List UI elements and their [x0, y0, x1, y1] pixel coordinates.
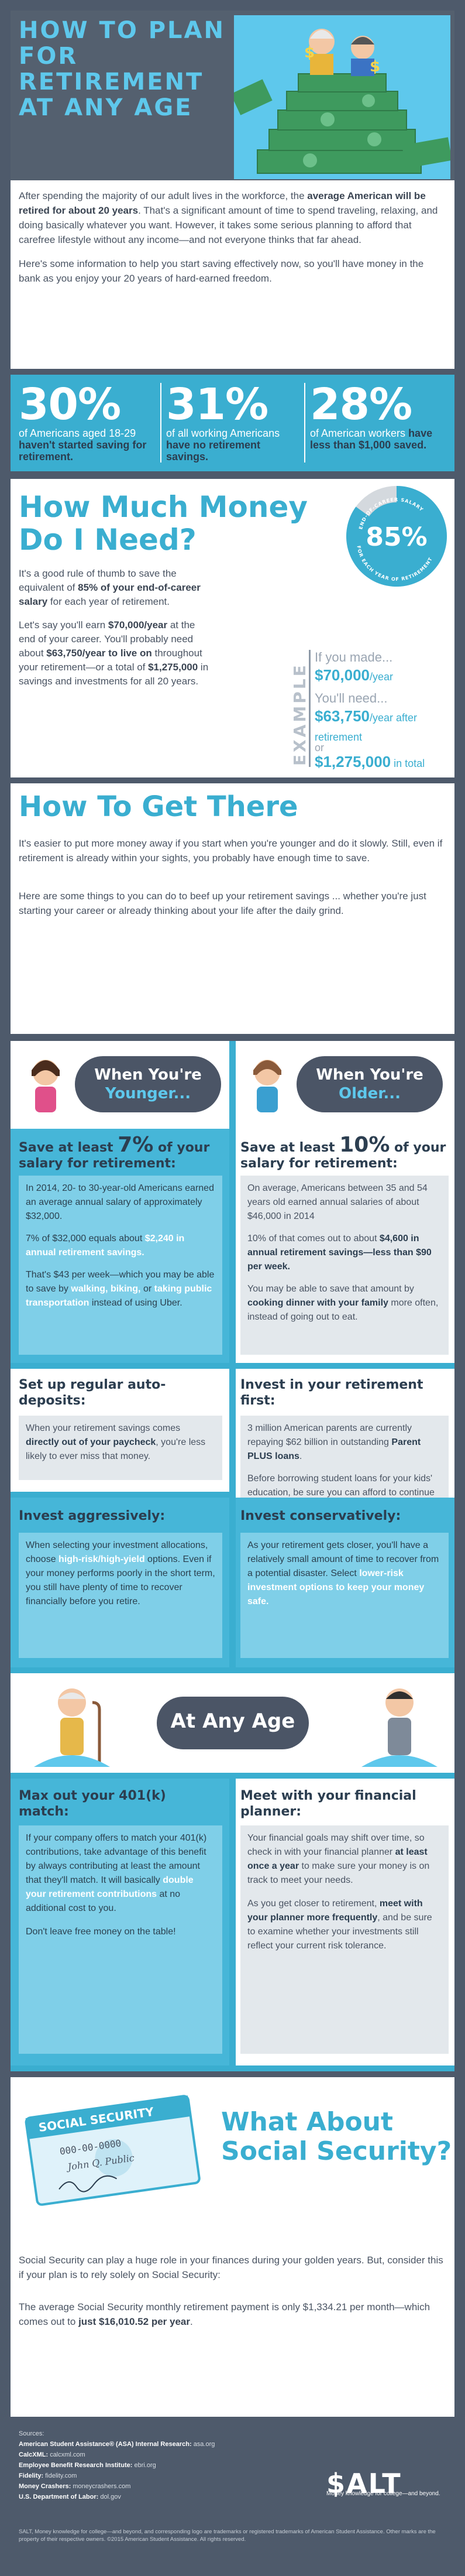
source-item: Money Crashers: moneycrashers.com	[19, 2483, 131, 2490]
younger-save-title: Save at least 7% of your salary for reti…	[19, 1133, 210, 1171]
older-woman-icon	[253, 1060, 281, 1112]
example-if-label: If you made...	[315, 650, 393, 664]
example-divider	[309, 650, 311, 767]
legal-text: SALT, Money knowledge for college—and be…	[19, 2529, 436, 2543]
stat-no-savings: 31% of all working Americans have no ret…	[166, 379, 280, 463]
percentage-ring-chart: END-OF-CAREER SALARY FOR EACH YEAR OF RE…	[346, 486, 447, 587]
source-item: American Student Assistance® (ASA) Inter…	[19, 2441, 215, 2448]
younger-vs-older-section: When You're Younger... Save at least 7% o…	[11, 1041, 454, 2071]
source-item: Fidelity: fidelity.com	[19, 2472, 77, 2479]
how-much-section: How Much Money Do I Need? END-OF-CAREER …	[11, 479, 454, 777]
older-invest-conservatively-block: Invest conservatively: As your retiremen…	[236, 1498, 454, 1667]
svg-text:$: $	[370, 58, 380, 76]
example-need-value: $63,750/year after retirement	[315, 707, 418, 743]
hero-header: HOW TO PLAN FOR RETIREMENT AT ANY AGE $	[11, 11, 454, 180]
younger-invest-aggressively-block: Invest aggressively: When selecting your…	[11, 1498, 229, 1667]
intro-paragraph-2: Here's some information to help you star…	[19, 258, 424, 284]
older-save-details: On average, Americans between 35 and 54 …	[240, 1176, 449, 1355]
divider	[304, 383, 305, 463]
young-woman-icon	[32, 1060, 60, 1112]
how-to-get-there-section: How To Get There It's easier to put more…	[11, 783, 454, 1034]
page-title: HOW TO PLAN FOR RETIREMENT AT ANY AGE	[19, 17, 225, 121]
section-title: How To Get There	[19, 790, 298, 823]
example-if-value: $70,000/year	[315, 666, 394, 684]
max-401k-details: If your company offers to match your 401…	[19, 1825, 222, 2054]
intro-section: After spending the majority of our adult…	[11, 180, 454, 369]
social-security-section: SOCIAL SECURITY 000-00-0000 John Q. Publ…	[11, 2077, 454, 2417]
divider	[160, 383, 161, 463]
svg-text:$: $	[304, 44, 315, 61]
aggressive-details: When selecting your investment allocatio…	[19, 1533, 222, 1658]
salt-logo: $ALT Money knowledge for college—and bey…	[326, 2468, 440, 2499]
example-total-value: $1,275,000 in total	[315, 753, 425, 770]
ring-value: 85%	[366, 522, 427, 552]
get-there-paragraph-2: Here are some things to you can do to be…	[19, 890, 426, 916]
svg-text:EXAMPLE: EXAMPLE	[290, 663, 309, 766]
younger-save-block: Save at least 7% of your salary for reti…	[11, 1129, 229, 1363]
source-item: Employee Benefit Research Institute: ebr…	[19, 2462, 156, 2469]
max-401k-block: Max out your 401(k) match: If your compa…	[11, 1779, 229, 2065]
footer: Sources: American Student Assistance® (A…	[11, 2423, 454, 2565]
auto-deposit-details: When your retirement savings comes direc…	[19, 1416, 222, 1480]
stats-banner: 30% of Americans aged 18-29 haven't star…	[11, 375, 454, 471]
financial-planner-details: Your financial goals may shift over time…	[240, 1825, 449, 2054]
stat-young-not-saving: 30% of Americans aged 18-29 haven't star…	[19, 379, 147, 463]
younger-auto-deposit-block: Set up regular auto-deposits: When your …	[11, 1369, 229, 1492]
younger-header: When You're Younger...	[11, 1041, 229, 1129]
older-save-title: Save at least 10% of your salary for ret…	[240, 1133, 446, 1171]
infographic: HOW TO PLAN FOR RETIREMENT AT ANY AGE $	[11, 11, 454, 2565]
how-much-paragraph-2: Let's say you'll earn $70,000/year at th…	[19, 619, 209, 687]
section-title: What About Social Security?	[221, 2107, 452, 2166]
older-pill: When You're Older...	[297, 1056, 443, 1112]
social-paragraph-2: The average Social Security monthly reti…	[19, 2301, 430, 2327]
conservative-details: As your retirement gets closer, you'll h…	[240, 1533, 449, 1658]
younger-pill: When You're Younger...	[75, 1056, 221, 1112]
social-security-card-illustration: SOCIAL SECURITY 000-00-0000 John Q. Publ…	[25, 2095, 201, 2206]
any-age-pill: At Any Age	[157, 1697, 309, 1749]
get-there-paragraph-1: It's easier to put more money away if yo…	[19, 838, 443, 864]
any-age-header: At Any Age	[11, 1673, 454, 1773]
sources-list: Sources: American Student Assistance® (A…	[19, 2428, 299, 2502]
financial-planner-block: Meet with your financial planner: Your f…	[236, 1779, 454, 2065]
how-much-paragraph-1: It's a good rule of thumb to save the eq…	[19, 568, 201, 607]
source-item: CalcXML: calcxml.com	[19, 2451, 85, 2458]
older-man-with-cane-icon	[34, 1688, 110, 1767]
stat-under-1000: 28% of American workers have less than $…	[310, 379, 433, 451]
young-man-icon	[361, 1688, 438, 1767]
younger-save-details: In 2014, 20- to 30-year-old Americans ea…	[19, 1176, 222, 1355]
example-label: EXAMPLE	[290, 663, 309, 766]
source-item: U.S. Department of Labor: dol.gov	[19, 2493, 121, 2500]
section-title: How Much Money Do I Need?	[19, 490, 308, 557]
example-need-label: You'll need...	[315, 691, 388, 705]
social-paragraph-1: Social Security can play a huge role in …	[19, 2255, 443, 2280]
intro-paragraph-1: After spending the majority of our adult…	[19, 190, 438, 245]
money-stack-illustration: $ $	[234, 15, 450, 179]
older-save-block: Save at least 10% of your salary for ret…	[236, 1129, 454, 1363]
older-header: When You're Older...	[236, 1041, 454, 1129]
